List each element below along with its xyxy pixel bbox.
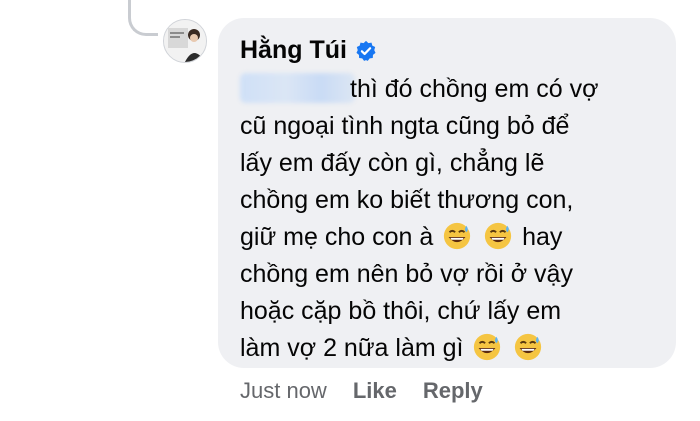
comment-line: chồng em ko biết thương con, <box>240 186 574 214</box>
comment-line: thì đó chồng em có vợ <box>350 75 599 103</box>
comment-line: lấy em đấy còn gì, chẳng lẽ <box>240 149 545 177</box>
reply-button[interactable]: Reply <box>423 378 483 404</box>
comment-author[interactable]: Hằng Túi <box>240 36 377 65</box>
reply-thread-connector <box>128 0 158 36</box>
avatar[interactable] <box>163 19 207 63</box>
grinning-sweat-emoji-icon <box>515 333 542 361</box>
grinning-sweat-emoji-icon <box>485 222 512 250</box>
verified-badge-icon <box>356 40 376 61</box>
comment-line: chồng em nên bỏ vợ rồi ở vậy <box>240 260 573 288</box>
grinning-sweat-emoji-icon <box>474 333 501 361</box>
comment-line: làm vợ 2 nữa làm gì <box>240 334 464 362</box>
comment-text: thì đó chồng em có vợ cũ ngoại tình ngta… <box>240 71 670 367</box>
comment-timestamp[interactable]: Just now <box>240 378 327 404</box>
grinning-sweat-emoji-icon <box>444 222 471 250</box>
like-button[interactable]: Like <box>353 378 397 404</box>
comment-actions: Just now Like Reply <box>240 378 483 404</box>
comment-line: hoặc cặp bồ thôi, chứ lấy em <box>240 297 562 325</box>
author-name[interactable]: Hằng Túi <box>240 36 347 65</box>
comment-line: cũ ngoại tình ngta cũng bỏ để <box>240 112 570 140</box>
comment-bubble: Hằng Túi thì đó chồng em có vợ cũ ngoại … <box>218 18 676 368</box>
comment-line: giữ mẹ cho con à <box>240 223 434 251</box>
comment-line: hay <box>522 223 563 251</box>
